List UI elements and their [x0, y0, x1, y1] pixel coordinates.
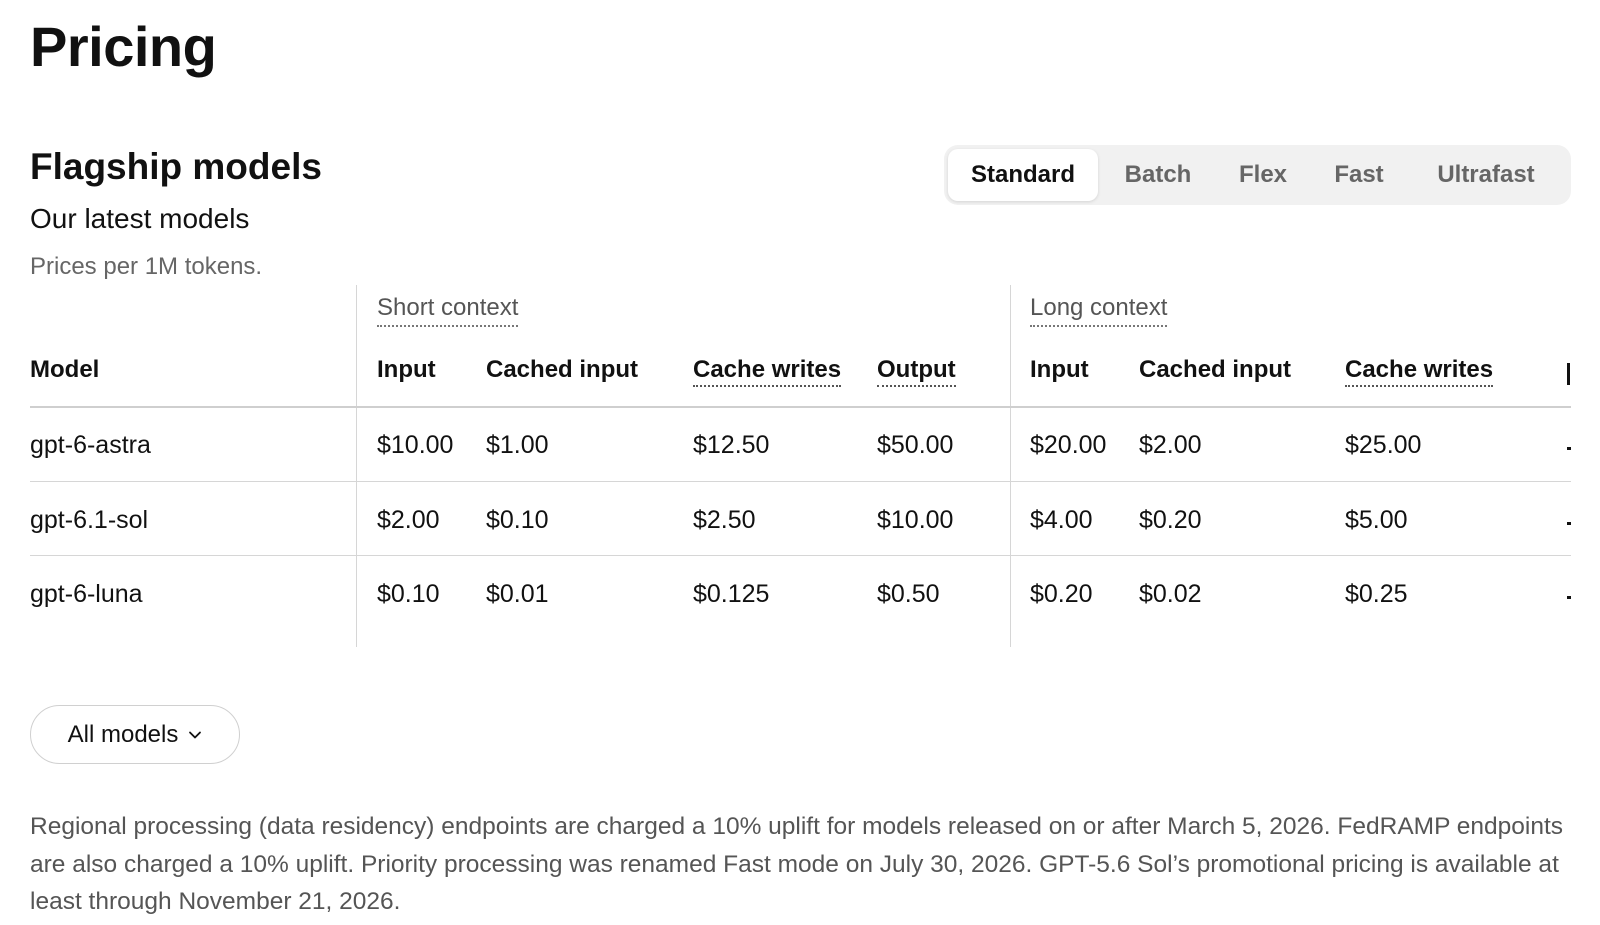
- model-column-header: Model: [30, 356, 100, 383]
- long-context-header[interactable]: Long context: [1030, 293, 1168, 327]
- long-input-price: $20.00: [1030, 430, 1107, 459]
- tab-ultrafast[interactable]: Ultrafast: [1410, 149, 1562, 201]
- short-cache-writes-price: $0.125: [693, 579, 770, 608]
- long-cached-input-header: Cached input: [1139, 356, 1292, 383]
- tab-batch[interactable]: Batch: [1098, 149, 1218, 201]
- short-input-header: Input: [377, 356, 436, 383]
- page-title: Pricing: [30, 15, 217, 78]
- table-row: gpt-6.1-sol $2.00 $0.10 $2.50 $10.00 $4.…: [30, 482, 1571, 558]
- short-cache-writes-price: $12.50: [693, 430, 770, 459]
- long-input-price: $0.20: [1030, 579, 1093, 608]
- short-context-header[interactable]: Short context: [377, 293, 519, 327]
- clipped-cell-edge: [1567, 522, 1571, 525]
- table-row: gpt-6-luna $0.10 $0.01 $0.125 $0.50 $0.2…: [30, 556, 1571, 632]
- short-cached-input-price: $1.00: [486, 430, 549, 459]
- long-cached-input-price: $2.00: [1139, 430, 1202, 459]
- short-cached-input-header: Cached input: [486, 356, 639, 383]
- section-title: Flagship models: [30, 146, 322, 187]
- long-input-price: $4.00: [1030, 505, 1093, 534]
- long-cache-writes-header[interactable]: Cache writes: [1345, 355, 1494, 387]
- model-name: gpt-6-luna: [30, 579, 143, 608]
- price-note: Prices per 1M tokens.: [30, 253, 263, 280]
- all-models-label: All models: [67, 720, 179, 748]
- pricing-footnote: Regional processing (data residency) end…: [30, 813, 1564, 915]
- section-subtitle: Our latest models: [30, 203, 250, 234]
- long-cached-input-price: $0.20: [1139, 505, 1202, 534]
- short-input-price: $2.00: [377, 505, 440, 534]
- short-output-header[interactable]: Output: [877, 355, 956, 387]
- short-cache-writes-header[interactable]: Cache writes: [693, 355, 842, 387]
- long-cache-writes-price: $25.00: [1345, 430, 1422, 459]
- clipped-header-edge: [1567, 363, 1570, 385]
- short-output-price: $10.00: [877, 505, 954, 534]
- model-name: gpt-6-astra: [30, 430, 151, 459]
- tab-flex[interactable]: Flex: [1218, 149, 1308, 201]
- short-input-price: $10.00: [377, 430, 454, 459]
- clipped-cell-edge: [1567, 447, 1571, 450]
- clipped-cell-edge: [1567, 596, 1571, 599]
- model-name: gpt-6.1-sol: [30, 505, 149, 534]
- tab-fast[interactable]: Fast: [1308, 149, 1410, 201]
- short-output-price: $0.50: [877, 579, 940, 608]
- tier-tabs: Standard Batch Flex Fast Ultrafast: [944, 145, 1571, 205]
- chevron-down-icon: [189, 731, 202, 738]
- short-cached-input-price: $0.01: [486, 579, 549, 608]
- long-cache-writes-price: $0.25: [1345, 579, 1408, 608]
- long-input-header: Input: [1030, 356, 1089, 383]
- long-cache-writes-price: $5.00: [1345, 505, 1408, 534]
- short-cache-writes-price: $2.50: [693, 505, 756, 534]
- long-cached-input-price: $0.02: [1139, 579, 1202, 608]
- short-output-price: $50.00: [877, 430, 954, 459]
- tab-standard[interactable]: Standard: [948, 149, 1098, 201]
- table-row: gpt-6-astra $10.00 $1.00 $12.50 $50.00 $…: [30, 407, 1571, 483]
- short-input-price: $0.10: [377, 579, 440, 608]
- pricing-page: Pricing Flagship models Our latest model…: [0, 0, 1600, 925]
- all-models-dropdown[interactable]: All models: [30, 705, 240, 764]
- short-cached-input-price: $0.10: [486, 505, 549, 534]
- pricing-table: Short context Long context Model Input C…: [30, 285, 1571, 647]
